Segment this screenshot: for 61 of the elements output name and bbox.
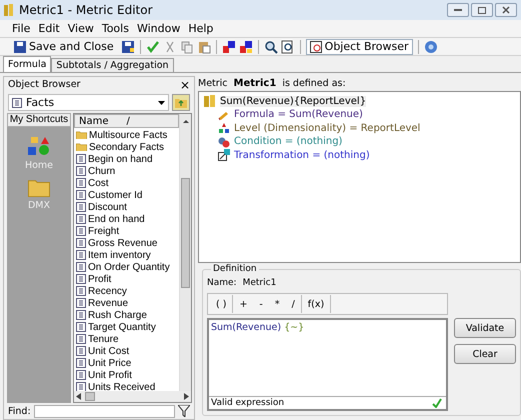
tree-item[interactable]: Formula = Sum(Revenue): [234, 109, 363, 120]
list-item[interactable]: Unit Price: [76, 357, 179, 369]
tab[interactable]: Subtotals / Aggregation: [51, 58, 174, 72]
expression-token: Sum(Revenue): [211, 322, 282, 333]
operator-button[interactable]: f(x): [302, 298, 330, 310]
menu-item[interactable]: Window: [136, 22, 180, 35]
operator-button[interactable]: /: [286, 298, 301, 310]
list-item[interactable]: Customer Id: [76, 189, 179, 201]
list-item[interactable]: Target Quantity: [76, 321, 179, 333]
column-header[interactable]: Name /: [74, 114, 179, 128]
tree-item[interactable]: Sum(Revenue){ReportLevel}: [220, 96, 366, 107]
expression-token: {~}: [283, 322, 304, 333]
list-item[interactable]: Rush Charge: [76, 309, 179, 321]
menu-item[interactable]: Edit: [38, 22, 60, 35]
menu-item[interactable]: Help: [188, 22, 214, 35]
operator-button[interactable]: +: [233, 298, 254, 310]
list-item[interactable]: Churn: [76, 165, 179, 177]
list-item[interactable]: Freight: [76, 225, 179, 237]
list-item[interactable]: Revenue: [76, 297, 179, 309]
action-button[interactable]: Validate: [454, 318, 516, 338]
list-item[interactable]: Profit: [76, 273, 179, 285]
find-label: Find:: [8, 406, 31, 416]
list-item[interactable]: Multisource Facts: [76, 129, 179, 141]
status-text: Valid expression: [211, 398, 284, 408]
operator-button[interactable]: *: [268, 298, 286, 310]
list-item[interactable]: End on hand: [76, 213, 179, 225]
list-item[interactable]: Unit Profit: [76, 369, 179, 381]
menu-item[interactable]: File: [12, 22, 30, 35]
list-item[interactable]: Unit Cost: [76, 345, 179, 357]
list-item[interactable]: Item inventory: [76, 249, 179, 261]
tree-item[interactable]: Condition = (nothing): [234, 136, 342, 148]
save-and-close-button[interactable]: Save and Close: [10, 38, 118, 54]
tree-item[interactable]: Level (Dimensionality) = ReportLevel: [234, 122, 420, 134]
tree-item[interactable]: Transformation = (nothing): [234, 150, 370, 161]
shortcuts-header: My Shortcuts: [7, 113, 71, 127]
group-title: Definition: [211, 264, 259, 274]
metric-label: Metric: [198, 78, 228, 89]
tab[interactable]: Formula: [3, 56, 52, 72]
operator-button[interactable]: -: [253, 298, 269, 310]
defined-as-label: is defined as:: [282, 78, 346, 89]
close-button[interactable]: ×: [180, 78, 190, 90]
list-item[interactable]: Gross Revenue: [76, 237, 179, 249]
list-item[interactable]: On Order Quantity: [76, 261, 179, 273]
action-button[interactable]: Clear: [454, 344, 516, 364]
metric-name: Metric1: [234, 78, 276, 89]
menu-item[interactable]: View: [68, 22, 94, 35]
operator-button[interactable]: ( ): [210, 298, 232, 310]
expression-editor[interactable]: Sum(Revenue) {~} Valid expression: [207, 318, 448, 411]
object-browser-button[interactable]: Object Browser: [306, 38, 413, 54]
list-item[interactable]: Secondary Facts: [76, 141, 179, 153]
list-item[interactable]: Tenure: [76, 333, 179, 345]
folder-dropdown[interactable]: Facts: [8, 94, 169, 111]
list-item[interactable]: Recency: [76, 285, 179, 297]
name-label: Name:: [207, 278, 237, 290]
list-item[interactable]: Begin on hand: [76, 153, 179, 165]
list-item[interactable]: Cost: [76, 177, 179, 189]
list-item[interactable]: Discount: [76, 201, 179, 213]
menu-item[interactable]: Tools: [102, 22, 129, 35]
panel-title: Object Browser: [8, 79, 80, 90]
window-title: Metric1 - Metric Editor: [19, 3, 153, 17]
name-value: Metric1: [242, 278, 276, 290]
